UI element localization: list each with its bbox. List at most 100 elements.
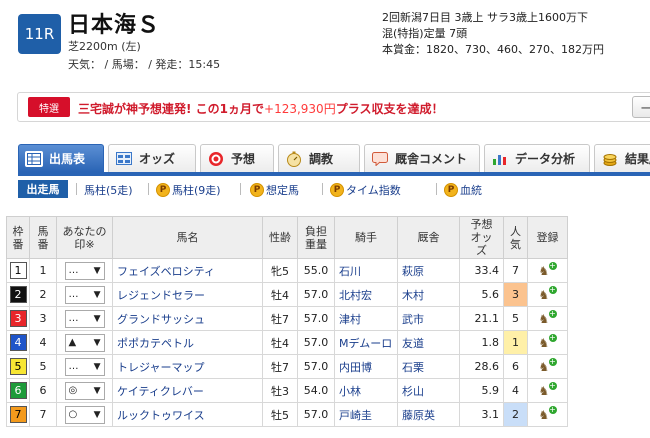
tab-entries[interactable]: 出馬表 xyxy=(18,144,104,172)
cell-odds: 5.6 xyxy=(459,282,504,307)
jockey-link[interactable]: 石川 xyxy=(334,258,398,283)
mark-select[interactable]: … ▼ xyxy=(64,309,105,328)
tab-label: データ分析 xyxy=(515,152,576,166)
promo-text-after: プラス収支を達成！ xyxy=(335,102,444,116)
cell-register: ♞ + xyxy=(527,402,568,427)
cell-weight: 57.0 xyxy=(297,306,335,331)
cell-sexage: 牡7 xyxy=(262,354,298,379)
jockey-link[interactable]: 戸崎圭 xyxy=(334,402,398,427)
mark-select[interactable]: … ▼ xyxy=(64,285,105,304)
mark-select[interactable]: ◎ ▼ xyxy=(64,381,105,400)
bar-chart-icon xyxy=(491,151,509,167)
tab-label: 出馬表 xyxy=(49,152,86,166)
cell-umaban: 1 xyxy=(29,258,57,283)
waku-badge: 7 xyxy=(9,406,27,423)
subnav-pillar9[interactable]: P 馬柱(9走) xyxy=(156,182,221,198)
cell-odds: 33.4 xyxy=(459,258,504,283)
trainer-link[interactable]: 友道 xyxy=(397,330,460,355)
race-course: 芝2200m (左) xyxy=(68,40,141,53)
cell-sexage: 牡7 xyxy=(262,306,298,331)
table-header-row: 枠番 馬番 あなたの印※ 馬名 性齢 負担重量 騎手 厩舎 予想オッズ 人気 登… xyxy=(6,216,568,259)
tab-odds[interactable]: オッズ xyxy=(108,144,196,172)
header-pop: 人気 xyxy=(503,216,528,259)
mark-select[interactable]: … ▼ xyxy=(64,261,105,280)
horse-name-link[interactable]: フェイズベロシティ xyxy=(112,258,263,283)
horse-name-link[interactable]: トレジャーマップ xyxy=(112,354,263,379)
chevron-down-icon: ▼ xyxy=(93,313,101,324)
horse-name-link[interactable]: レジェンドセラー xyxy=(112,282,263,307)
horse-name-link[interactable]: ケイティクレバー xyxy=(112,378,263,403)
header-trainer: 厩舎 xyxy=(397,216,460,259)
premium-p-icon: P xyxy=(250,183,264,197)
cell-odds: 5.9 xyxy=(459,378,504,403)
waku-badge: 2 xyxy=(9,286,27,303)
tab-label: 調教 xyxy=(309,152,334,166)
mark-select[interactable]: … ▼ xyxy=(64,357,105,376)
mark-select[interactable]: ▲ ▼ xyxy=(64,333,105,352)
tab-results[interactable]: 結果/払 xyxy=(594,144,650,172)
promo-banner[interactable]: 特選 三宅誠が神予想連発! この1ヵ月で+123,930円プラス収支を達成！ 一… xyxy=(17,92,650,122)
cell-waku: 7 xyxy=(6,402,30,427)
premium-p-icon: P xyxy=(444,183,458,197)
subnav-label: 血統 xyxy=(460,184,482,197)
tab-stable-comment[interactable]: 厩舎コメント xyxy=(364,144,480,172)
cell-sexage: 牡5 xyxy=(262,402,298,427)
horse-name-link[interactable]: ルックトゥワイス xyxy=(112,402,263,427)
tab-label: 予想 xyxy=(231,152,256,166)
horse-name-link[interactable]: ポポカテペトル xyxy=(112,330,263,355)
jockey-link[interactable]: 津村 xyxy=(334,306,398,331)
subnav-entries[interactable]: 出走馬 xyxy=(18,180,68,198)
trainer-link[interactable]: 藤原英 xyxy=(397,402,460,427)
table-row: 7 7 ○ ▼ ルックトゥワイス 牡5 57.0 戸崎圭 藤原英 3.1 2 ♞ + xyxy=(6,402,568,427)
mark-select[interactable]: ○ ▼ xyxy=(64,405,105,424)
tab-data-analysis[interactable]: データ分析 xyxy=(484,144,590,172)
premium-p-icon: P xyxy=(156,183,170,197)
chevron-down-icon: ▼ xyxy=(93,361,101,372)
trainer-link[interactable]: 杉山 xyxy=(397,378,460,403)
horse-name-link[interactable]: グランドサッシュ xyxy=(112,306,263,331)
cell-popularity: 6 xyxy=(503,354,528,379)
subnav-pillar5[interactable]: 馬柱(5走) xyxy=(84,182,133,198)
register-horse-icon[interactable]: ♞ + xyxy=(539,406,557,422)
tab-training[interactable]: 調教 xyxy=(278,144,360,172)
register-horse-icon[interactable]: ♞ + xyxy=(539,358,557,374)
subnav-divider xyxy=(436,183,437,195)
mark-value: … xyxy=(68,313,79,324)
subnav-pedigree[interactable]: P 血統 xyxy=(444,182,482,198)
trainer-link[interactable]: 石栗 xyxy=(397,354,460,379)
register-horse-icon[interactable]: ♞ + xyxy=(539,286,557,302)
subnav-expected[interactable]: P 想定馬 xyxy=(250,182,299,198)
grid-icon xyxy=(115,151,133,167)
trainer-link[interactable]: 木村 xyxy=(397,282,460,307)
jockey-link[interactable]: 小林 xyxy=(334,378,398,403)
table-row: 1 1… ▼ フェイズベロシティ 牝5 55.0 石川 萩原 33.4 7 ♞ + xyxy=(6,258,568,283)
chevron-down-icon: ▼ xyxy=(93,385,101,396)
jockey-link[interactable]: 北村宏 xyxy=(334,282,398,307)
header-jockey: 騎手 xyxy=(334,216,398,259)
main-tabs: 出馬表 オッズ 予想 調教 厩舎コメント データ分析 結果/払 xyxy=(18,144,650,172)
chevron-down-icon: ▼ xyxy=(93,289,101,300)
cell-waku: 3 xyxy=(6,306,30,331)
subnav-divider xyxy=(148,183,149,195)
promo-text[interactable]: 三宅誠が神予想連発! この1ヵ月で+123,930円プラス収支を達成！ xyxy=(78,100,443,117)
jockey-link[interactable]: 内田博 xyxy=(334,354,398,379)
subnav-label: 想定馬 xyxy=(266,184,299,197)
cell-popularity: 4 xyxy=(503,378,528,403)
register-horse-icon[interactable]: ♞ + xyxy=(539,310,557,326)
table-row: 6 6 ◎ ▼ ケイティクレバー 牡3 54.0 小林 杉山 5.9 4 ♞ + xyxy=(6,378,568,403)
subnav-time-index[interactable]: P タイム指数 xyxy=(330,182,401,198)
cell-mark: … ▼ xyxy=(56,258,113,283)
register-horse-icon[interactable]: ♞ + xyxy=(539,382,557,398)
comment-icon xyxy=(371,151,389,167)
cell-register: ♞ + xyxy=(527,378,568,403)
trainer-link[interactable]: 萩原 xyxy=(397,258,460,283)
trainer-link[interactable]: 武市 xyxy=(397,306,460,331)
race-weather: 天気： / 馬場： / 発走：15:45 xyxy=(68,58,221,71)
tab-prediction[interactable]: 予想 xyxy=(200,144,274,172)
chevron-down-icon: ▼ xyxy=(93,337,101,348)
register-horse-icon[interactable]: ♞ + xyxy=(539,334,557,350)
register-horse-icon[interactable]: ♞ + xyxy=(539,262,557,278)
jockey-link[interactable]: Mデムーロ xyxy=(334,330,398,355)
promo-list-button[interactable]: 一覧 xyxy=(632,96,650,118)
target-icon xyxy=(207,151,225,167)
